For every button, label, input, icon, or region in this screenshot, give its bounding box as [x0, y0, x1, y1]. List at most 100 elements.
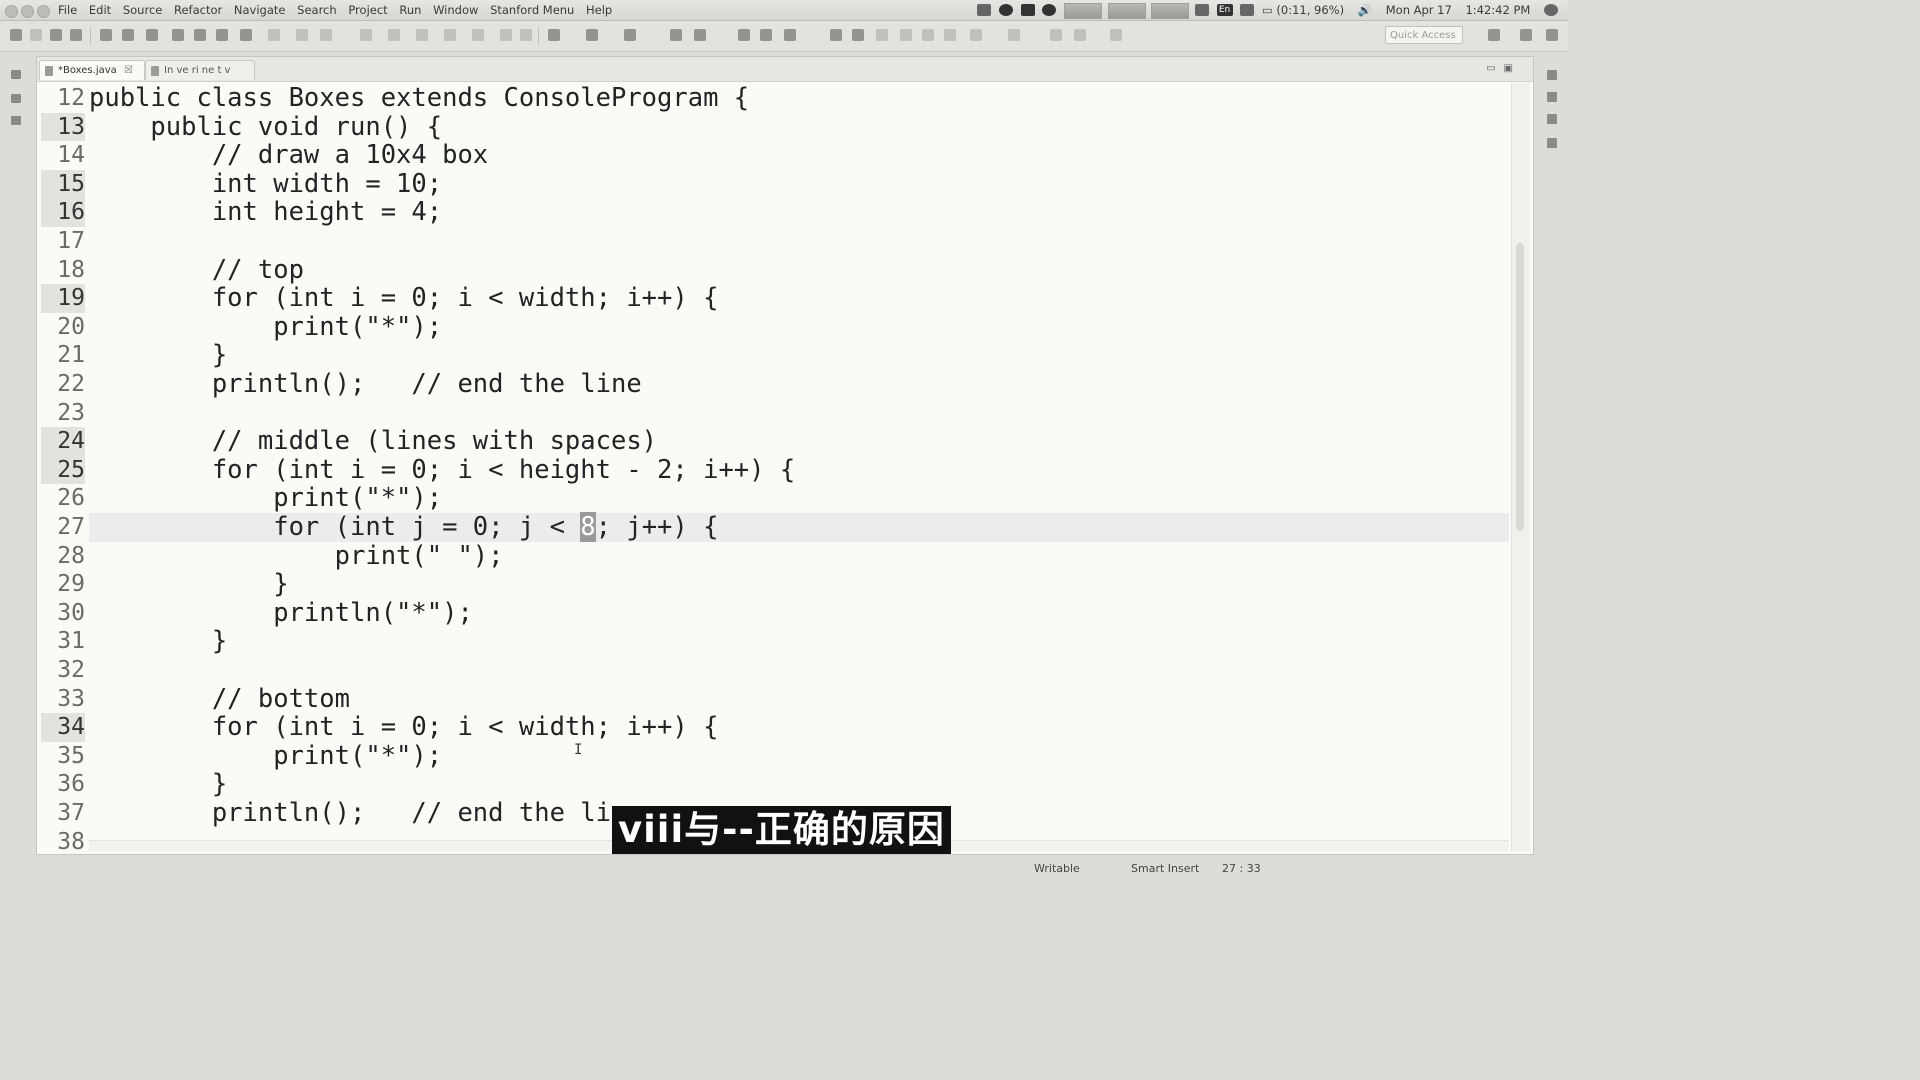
- open-folder-icon[interactable]: [738, 29, 750, 41]
- code-line[interactable]: int height = 4;: [89, 198, 442, 227]
- outline-view-icon[interactable]: [1547, 114, 1557, 124]
- task-view-icon[interactable]: [1547, 138, 1557, 148]
- code-line[interactable]: // draw a 10x4 box: [89, 141, 488, 170]
- selected-text[interactable]: 8: [580, 512, 596, 542]
- time-text[interactable]: 1:42:42 PM: [1465, 0, 1530, 20]
- close-window-button[interactable]: [5, 5, 18, 18]
- new-file-icon[interactable]: [10, 29, 22, 41]
- insert-mode-status[interactable]: Smart Insert: [1131, 855, 1199, 882]
- open-task-icon[interactable]: [760, 29, 772, 41]
- code-line[interactable]: }: [89, 770, 227, 799]
- qr-icon[interactable]: [146, 29, 158, 41]
- use-step-filters-icon[interactable]: [520, 29, 532, 41]
- quick-access-input[interactable]: Quick Access: [1385, 26, 1463, 44]
- menu-run[interactable]: Run: [399, 3, 421, 17]
- dropbox-icon[interactable]: [1020, 4, 1035, 16]
- menu-stanford[interactable]: Stanford Menu: [490, 3, 574, 17]
- scrollbar-thumb[interactable]: [1516, 243, 1524, 531]
- dropdown-icon[interactable]: [30, 29, 42, 41]
- new-class-icon[interactable]: [694, 29, 706, 41]
- toggle-block-icon[interactable]: [922, 29, 934, 41]
- menu-edit[interactable]: Edit: [89, 3, 111, 17]
- back-icon[interactable]: [1074, 29, 1086, 41]
- sync-icon[interactable]: [998, 4, 1013, 16]
- save-all-icon[interactable]: [70, 29, 82, 41]
- keyboard-layout-badge[interactable]: En: [1216, 4, 1233, 16]
- menu-window[interactable]: Window: [433, 3, 478, 17]
- search-icon[interactable]: [784, 29, 796, 41]
- pin-icon[interactable]: [830, 29, 842, 41]
- karel-debug-icon[interactable]: [216, 29, 228, 41]
- code-line[interactable]: public void run() {: [89, 112, 442, 142]
- menu-navigate[interactable]: Navigate: [234, 3, 286, 17]
- code-line[interactable]: // bottom: [89, 684, 350, 714]
- debug-icon[interactable]: [548, 29, 560, 41]
- code-line[interactable]: // middle (lines with spaces): [89, 427, 657, 456]
- minimize-window-button[interactable]: [21, 5, 34, 18]
- code-line[interactable]: }: [89, 627, 227, 656]
- package-explorer-icon[interactable]: [11, 94, 21, 103]
- code-line[interactable]: for (int i = 0; i < height - 2; i++) {: [89, 456, 795, 485]
- code-text-area[interactable]: public class Boxes extends ConsoleProgra…: [89, 82, 1509, 852]
- console-view-icon[interactable]: [1547, 92, 1557, 102]
- power-gear-icon[interactable]: [1544, 4, 1558, 16]
- new-package-icon[interactable]: [670, 29, 682, 41]
- step-over-icon[interactable]: [444, 29, 456, 41]
- code-line[interactable]: }: [89, 341, 227, 370]
- toggle-mark-occurrences-icon[interactable]: [900, 29, 912, 41]
- menu-project[interactable]: Project: [348, 3, 387, 17]
- code-line[interactable]: int width = 10;: [89, 170, 442, 199]
- code-line[interactable]: println(); // end the line: [89, 799, 642, 828]
- suspend-icon[interactable]: [320, 29, 332, 41]
- next-annotation-icon[interactable]: [970, 29, 982, 41]
- mail-icon[interactable]: [1240, 4, 1255, 16]
- maximize-icon[interactable]: ▣: [1504, 63, 1521, 74]
- code-line[interactable]: for (int j = 0; j < 8; j++) {: [89, 512, 1509, 542]
- skip-breakpoints-icon[interactable]: [268, 29, 280, 41]
- menu-refactor[interactable]: Refactor: [174, 3, 222, 17]
- build-icon[interactable]: [240, 29, 252, 41]
- console-icon[interactable]: [122, 29, 134, 41]
- code-line[interactable]: println("*");: [89, 599, 473, 628]
- menu-source[interactable]: Source: [123, 3, 163, 17]
- resume-icon[interactable]: [296, 29, 308, 41]
- run-icon[interactable]: [586, 29, 598, 41]
- tab-second-file[interactable]: In ve ri ne t v: [145, 60, 255, 80]
- save-icon[interactable]: [50, 29, 62, 41]
- code-line[interactable]: print("*");: [89, 313, 442, 342]
- code-line[interactable]: }: [89, 570, 288, 599]
- wifi-icon[interactable]: [1194, 4, 1209, 16]
- volume-icon[interactable]: 🔊: [1358, 0, 1372, 20]
- step-return-icon[interactable]: [472, 29, 484, 41]
- code-line[interactable]: for (int i = 0; i < width; i++) {: [89, 284, 719, 313]
- terminate-icon[interactable]: [360, 29, 372, 41]
- code-line[interactable]: for (int i = 0; i < width; i++) {: [89, 713, 719, 742]
- code-line[interactable]: println(); // end the line: [89, 370, 642, 399]
- restore-right-view-icon[interactable]: [1547, 70, 1557, 80]
- external-tools-icon[interactable]: [624, 29, 636, 41]
- open-type-icon[interactable]: [100, 29, 112, 41]
- java-perspective-icon[interactable]: [1520, 29, 1532, 41]
- tab-boxes-java[interactable]: *Boxes.java ☒: [39, 60, 145, 80]
- code-line[interactable]: print("*");: [89, 484, 442, 513]
- code-line[interactable]: // top: [89, 255, 304, 285]
- code-line[interactable]: public class Boxes extends ConsoleProgra…: [89, 84, 749, 113]
- forward-icon[interactable]: [1110, 29, 1122, 41]
- last-edit-icon[interactable]: [1050, 29, 1062, 41]
- close-tab-icon[interactable]: ☒: [124, 65, 133, 76]
- cpu-monitor-icon[interactable]: [1063, 3, 1102, 19]
- menu-help[interactable]: Help: [586, 3, 612, 17]
- date-text[interactable]: Mon Apr 17: [1386, 0, 1452, 20]
- code-line[interactable]: print("*");: [89, 742, 442, 771]
- menu-file[interactable]: File: [58, 3, 77, 17]
- drop-frame-icon[interactable]: [500, 29, 512, 41]
- network-monitor-icon[interactable]: [1151, 3, 1190, 19]
- camera-icon[interactable]: [977, 4, 992, 16]
- junit-icon[interactable]: [11, 116, 21, 125]
- maximize-window-button[interactable]: [37, 5, 50, 18]
- minimize-icon[interactable]: ▭: [1486, 63, 1503, 74]
- pencil-icon[interactable]: [852, 29, 864, 41]
- bookmark-icon[interactable]: [172, 29, 184, 41]
- restore-view-icon[interactable]: [11, 70, 21, 79]
- vertical-scrollbar[interactable]: [1511, 83, 1530, 851]
